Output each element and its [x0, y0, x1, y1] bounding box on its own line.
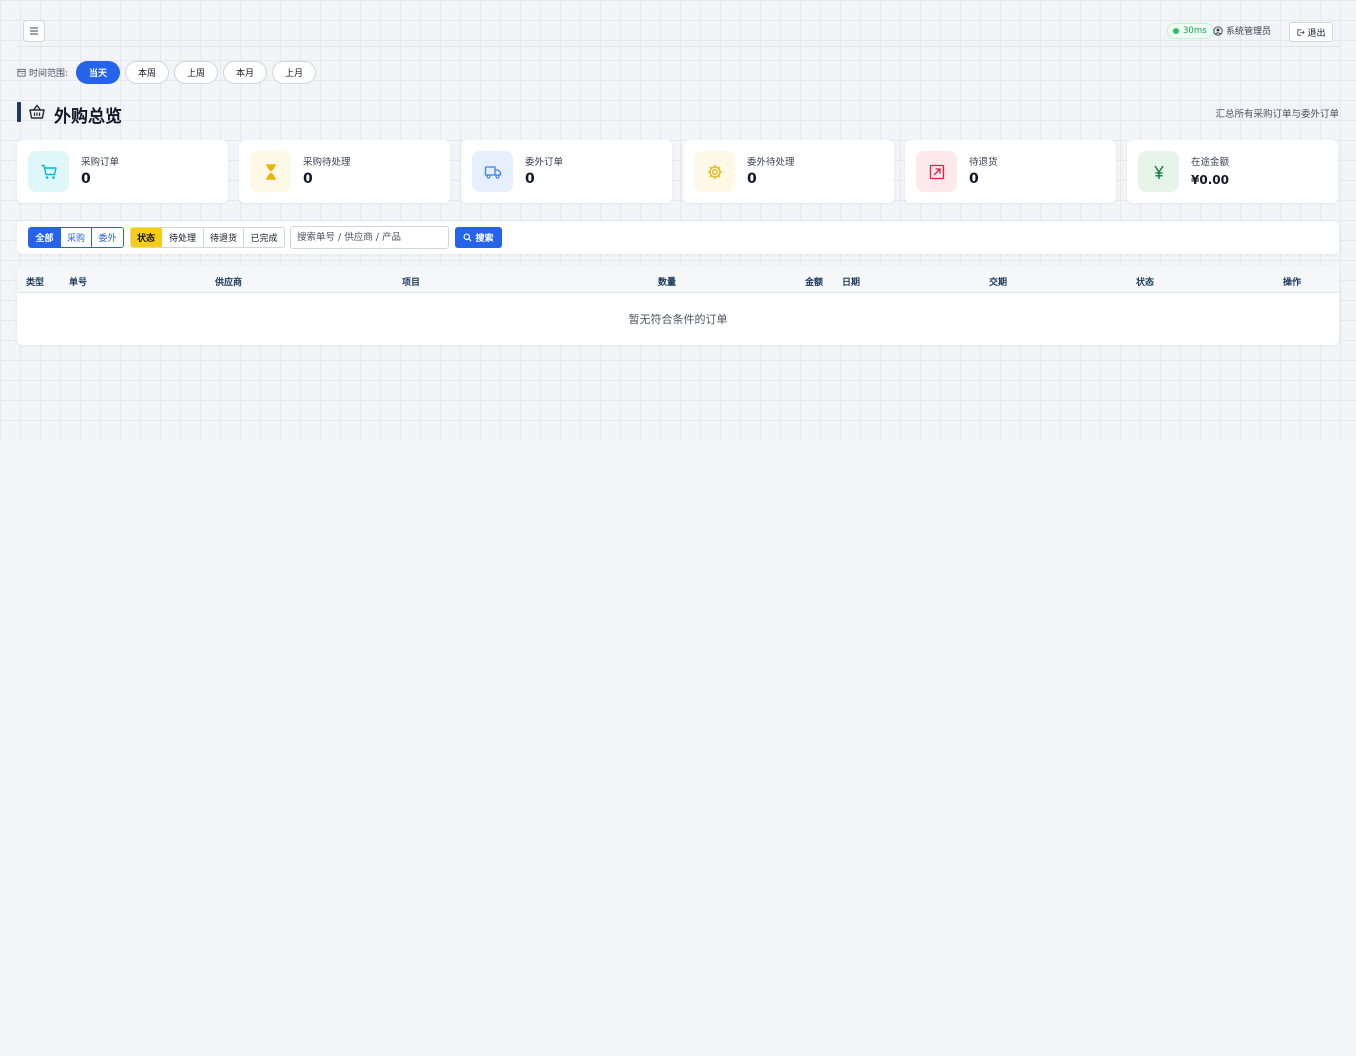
column-header-item[interactable]: 项目 — [402, 275, 420, 288]
latency-badge: 30ms — [1167, 23, 1214, 39]
column-header-delivery-date[interactable]: 交期 — [989, 275, 1007, 288]
basket-icon — [29, 104, 45, 119]
type-filter-purchase[interactable]: 采购 — [61, 228, 92, 247]
column-header-type[interactable]: 类型 — [26, 275, 44, 288]
status-filter-group: 状态 待处理 待退货 已完成 — [130, 227, 285, 248]
time-range-today[interactable]: 当天 — [76, 60, 121, 84]
empty-state-text: 暂无符合条件的订单 — [628, 313, 728, 326]
table-header: 类型 单号 供应商 项目 数量 金额 日期 交期 状态 操作 — [17, 266, 1339, 293]
latency-value: 30ms — [1183, 26, 1207, 36]
hourglass-icon — [265, 163, 276, 180]
truck-icon — [484, 165, 501, 179]
stat-label: 采购订单 — [81, 157, 120, 168]
stat-value: 0 — [525, 171, 535, 187]
stat-value: 0 — [303, 171, 313, 187]
user-circle-icon — [1213, 25, 1223, 36]
column-header-status[interactable]: 状态 — [1136, 275, 1154, 288]
logout-icon — [1297, 28, 1306, 36]
stat-label: 待退货 — [969, 157, 998, 168]
hamburger-icon — [30, 27, 38, 35]
orders-table: 类型 单号 供应商 项目 数量 金额 日期 交期 状态 操作 暂无符合条件的订单 — [17, 266, 1339, 345]
yen-icon — [1153, 165, 1164, 179]
search-input[interactable] — [290, 226, 449, 249]
stat-label: 采购待处理 — [303, 157, 351, 168]
status-filter-to-return[interactable]: 待退货 — [204, 228, 244, 247]
filter-bar: 全部 采购 委外 状态 待处理 待退货 已完成 搜索 — [17, 221, 1339, 254]
search-button-label: 搜索 — [475, 234, 494, 244]
stat-label: 委外订单 — [525, 157, 564, 168]
stat-value: 0 — [81, 171, 91, 187]
logout-label: 退出 — [1307, 28, 1326, 39]
stat-icon-box — [916, 151, 957, 192]
type-filter-group: 全部 采购 委外 — [28, 227, 124, 248]
time-range-this-week[interactable]: 本周 — [125, 60, 170, 84]
title-accent-bar — [17, 102, 21, 122]
return-arrow-icon — [929, 164, 944, 179]
column-header-amount[interactable]: 金额 — [805, 275, 823, 288]
column-header-date[interactable]: 日期 — [842, 275, 860, 288]
stat-icon-box — [250, 151, 291, 192]
user-info[interactable]: 系统管理员 — [1213, 24, 1271, 37]
stat-card-outsource-orders[interactable]: 委外订单 0 — [461, 140, 672, 203]
stat-cards: 采购订单 0 采购待处理 0 委外订单 0 委外待处理 0 待退货 0 在途金额… — [17, 140, 1338, 203]
time-range-last-month[interactable]: 上月 — [272, 60, 317, 84]
stat-value: 0 — [969, 171, 979, 187]
stat-label: 在途金额 — [1191, 157, 1230, 168]
menu-toggle-button[interactable] — [23, 20, 45, 42]
stat-card-pending-returns[interactable]: 待退货 0 — [905, 140, 1116, 203]
type-filter-outsource[interactable]: 委外 — [92, 228, 123, 247]
status-filter-completed[interactable]: 已完成 — [244, 228, 284, 247]
stat-value: 0 — [747, 171, 757, 187]
status-filter-pending[interactable]: 待处理 — [162, 228, 204, 247]
type-filter-all[interactable]: 全部 — [29, 228, 61, 247]
page-title: 外购总览 — [54, 107, 122, 127]
column-header-actions[interactable]: 操作 — [1283, 275, 1301, 288]
stat-icon-box — [28, 151, 69, 192]
stat-icon-box — [1138, 151, 1179, 192]
status-dot-icon — [1173, 28, 1179, 34]
stat-card-in-transit-amount[interactable]: 在途金额 ¥0.00 — [1127, 140, 1338, 203]
stat-card-purchase-pending[interactable]: 采购待处理 0 — [239, 140, 450, 203]
time-range-last-week[interactable]: 上周 — [174, 60, 219, 84]
logout-button[interactable]: 退出 — [1289, 22, 1333, 42]
page-subtitle: 汇总所有采购订单与委外订单 — [1215, 109, 1339, 120]
status-filter-label[interactable]: 状态 — [131, 228, 162, 247]
stat-icon-box — [472, 151, 513, 192]
cart-icon — [41, 164, 57, 179]
gear-icon — [707, 164, 722, 179]
stat-icon-box — [694, 151, 735, 192]
column-header-order-no[interactable]: 单号 — [69, 275, 87, 288]
stat-card-purchase-orders[interactable]: 采购订单 0 — [17, 140, 228, 203]
stat-label: 委外待处理 — [747, 157, 795, 168]
time-range-this-month[interactable]: 本月 — [223, 60, 268, 84]
calendar-icon — [17, 68, 26, 77]
time-range-label: 时间范围: — [17, 66, 68, 79]
top-bar: 30ms 系统管理员 退出 — [17, 14, 1339, 47]
column-header-quantity[interactable]: 数量 — [658, 275, 676, 288]
stat-value: ¥0.00 — [1191, 173, 1229, 187]
column-header-supplier[interactable]: 供应商 — [215, 275, 242, 288]
stat-card-outsource-pending[interactable]: 委外待处理 0 — [683, 140, 894, 203]
time-range-selector: 时间范围: 当天 本周 上周 本月 上月 — [17, 60, 321, 84]
search-icon — [463, 233, 472, 242]
search-button[interactable]: 搜索 — [455, 227, 502, 248]
user-name: 系统管理员 — [1226, 27, 1272, 37]
